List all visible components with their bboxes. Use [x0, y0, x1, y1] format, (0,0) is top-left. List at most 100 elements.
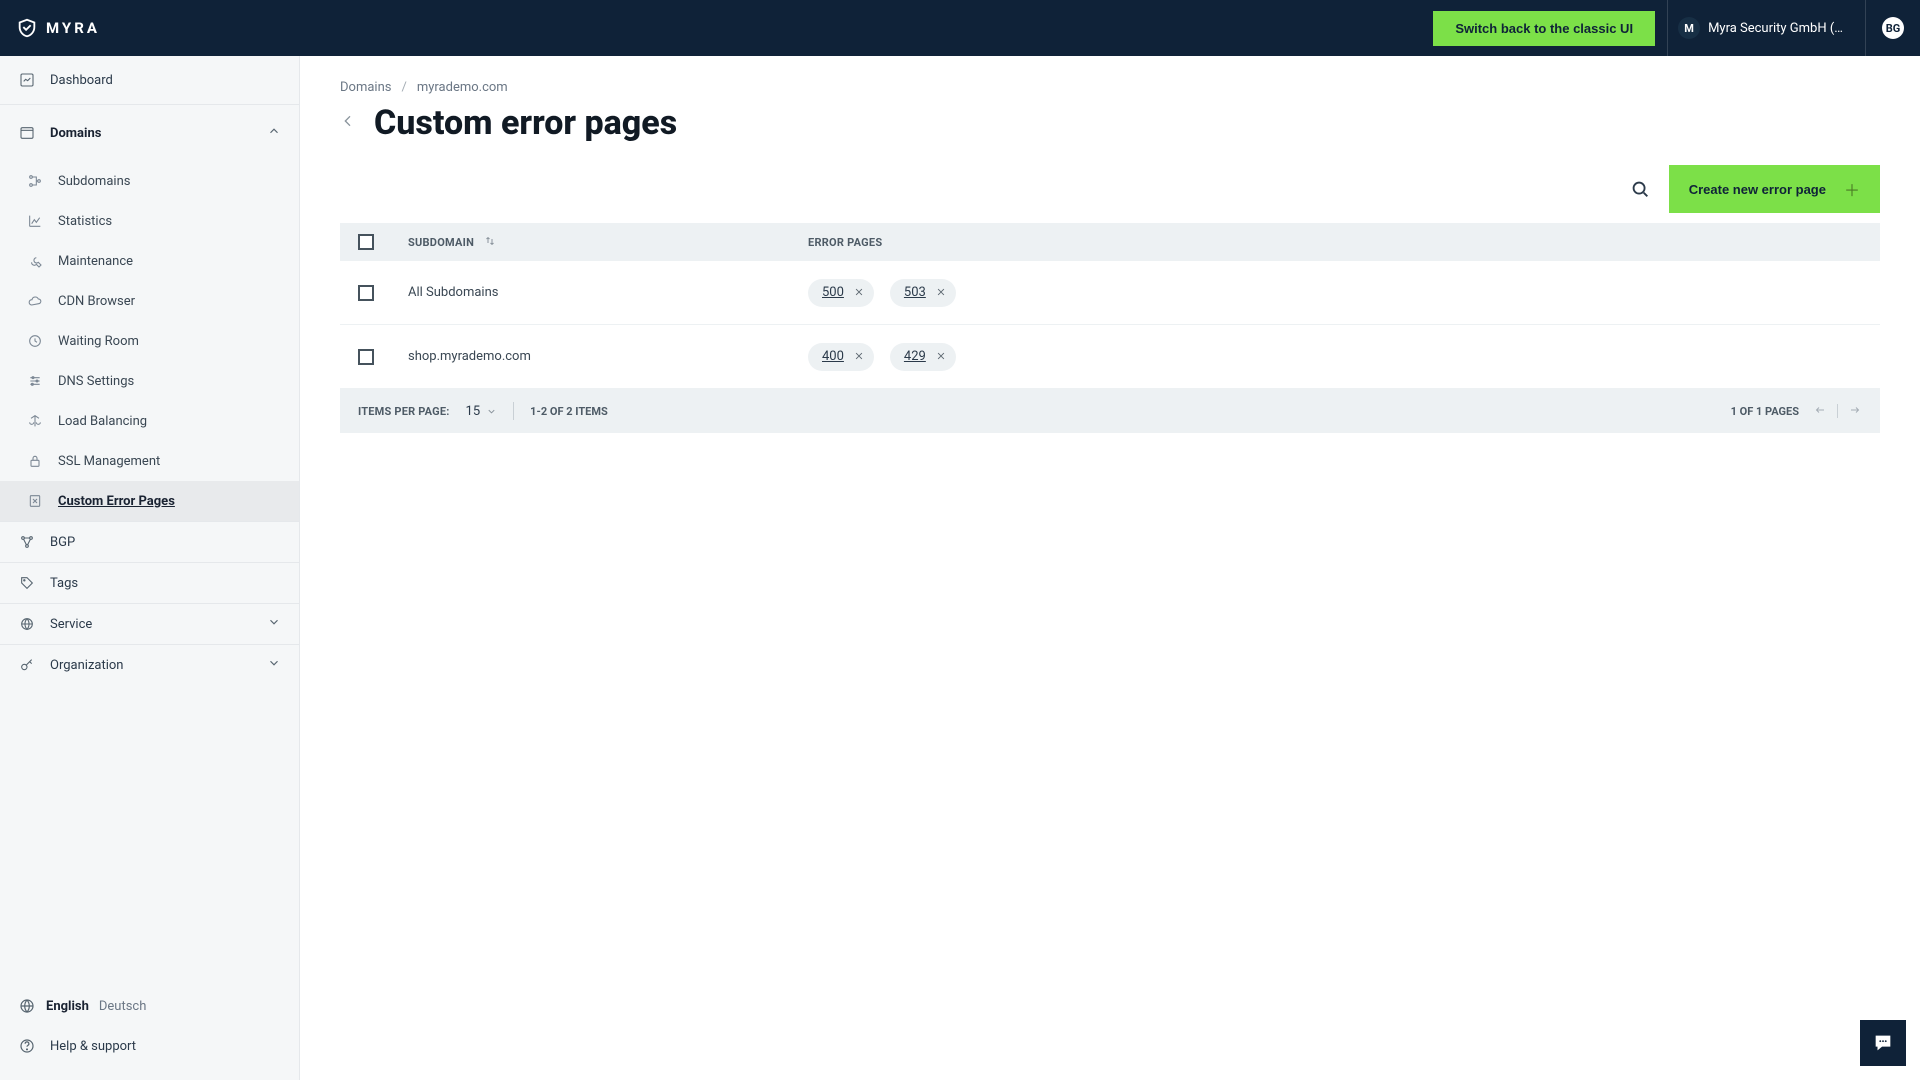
sidebar-item-dns[interactable]: DNS Settings [0, 361, 299, 401]
language-switcher[interactable]: English Deutsch [0, 986, 299, 1026]
breadcrumb-root[interactable]: Domains [340, 80, 391, 95]
title-row: Custom error pages [340, 103, 1880, 143]
create-error-page-button[interactable]: Create new error page ＋ [1669, 165, 1880, 213]
next-page-button[interactable] [1848, 404, 1862, 419]
sidebar-item-loadbalancing[interactable]: Load Balancing [0, 401, 299, 441]
error-chip: 500 [808, 279, 874, 307]
sidebar-item-custom-error-pages[interactable]: Custom Error Pages [0, 481, 299, 521]
network-icon [18, 533, 36, 551]
error-chips: 500 503 [808, 279, 1862, 307]
sidebar-item-label: BGP [50, 535, 75, 550]
page-error-icon [26, 492, 44, 510]
items-range: 1-2 OF 2 ITEMS [530, 405, 608, 418]
help-icon [18, 1037, 36, 1055]
row-checkbox[interactable] [358, 285, 374, 301]
col-subdomain-header[interactable]: SUBDOMAIN [408, 235, 808, 250]
error-code-link[interactable]: 429 [904, 349, 926, 364]
sidebar-item-label: Load Balancing [58, 414, 147, 429]
chevron-down-icon [267, 615, 281, 633]
switch-classic-button[interactable]: Switch back to the classic UI [1433, 11, 1655, 46]
sidebar-item-service[interactable]: Service [0, 604, 299, 644]
breadcrumb-current: myrademo.com [417, 80, 508, 95]
sidebar-footer: English Deutsch Help & support [0, 986, 299, 1080]
divider [1837, 404, 1838, 418]
prev-page-button[interactable] [1813, 404, 1827, 419]
sidebar-item-subdomains[interactable]: Subdomains [0, 161, 299, 201]
remove-chip-button[interactable] [936, 286, 946, 300]
sidebar-item-bgp[interactable]: BGP [0, 522, 299, 562]
items-per-page-select[interactable]: 15 [466, 404, 498, 419]
balance-icon [26, 412, 44, 430]
remove-chip-button[interactable] [936, 350, 946, 364]
key-icon [18, 656, 36, 674]
globe-icon [18, 124, 36, 142]
breadcrumb-separator: / [401, 80, 406, 95]
breadcrumb: Domains / myrademo.com [340, 80, 1880, 95]
chat-fab[interactable] [1860, 1020, 1906, 1066]
lang-german[interactable]: Deutsch [99, 999, 147, 1014]
org-switcher[interactable]: M Myra Security GmbH (… [1667, 0, 1853, 56]
table-footer: ITEMS PER PAGE: 15 1-2 OF 2 ITEMS 1 OF 1… [340, 389, 1880, 433]
cloud-icon [26, 292, 44, 310]
sidebar-item-waiting[interactable]: Waiting Room [0, 321, 299, 361]
wrench-icon [26, 252, 44, 270]
gauge-icon [18, 71, 36, 89]
row-checkbox[interactable] [358, 349, 374, 365]
plus-icon: ＋ [1844, 177, 1860, 201]
sidebar-item-label: Statistics [58, 214, 112, 229]
sidebar-item-domains[interactable]: Domains [0, 105, 299, 161]
header-label: SUBDOMAIN [408, 236, 474, 249]
error-code-link[interactable]: 500 [822, 285, 844, 300]
pager [1813, 404, 1862, 419]
remove-chip-button[interactable] [854, 286, 864, 300]
table-row: All Subdomains 500 503 [340, 261, 1880, 325]
org-name: Myra Security GmbH (… [1708, 21, 1843, 36]
sort-icon [484, 235, 496, 250]
sidebar-item-label: Domains [50, 126, 101, 141]
header-label: ERROR PAGES [808, 236, 882, 249]
items-per-page-label: ITEMS PER PAGE: [358, 405, 450, 418]
sidebar-item-ssl[interactable]: SSL Management [0, 441, 299, 481]
app-header: MYRA Switch back to the classic UI M Myr… [0, 0, 1920, 56]
table-row: shop.myrademo.com 400 429 [340, 325, 1880, 389]
lang-english[interactable]: English [46, 999, 89, 1014]
footer-left: ITEMS PER PAGE: 15 1-2 OF 2 ITEMS [358, 402, 608, 420]
error-code-link[interactable]: 503 [904, 285, 926, 300]
col-checkbox [358, 234, 408, 250]
col-errorpages-header: ERROR PAGES [808, 236, 1862, 249]
error-chip: 429 [890, 343, 956, 371]
sidebar-item-cdn[interactable]: CDN Browser [0, 281, 299, 321]
sidebar-item-tags[interactable]: Tags [0, 563, 299, 603]
sidebar-item-dashboard[interactable]: Dashboard [0, 56, 299, 104]
lock-icon [26, 452, 44, 470]
sidebar: Dashboard Domains Subdomains Statistics … [0, 56, 300, 1080]
button-label: Create new error page [1689, 182, 1826, 197]
sitemap-icon [26, 172, 44, 190]
user-menu[interactable]: BG [1865, 0, 1904, 56]
clock-icon [26, 332, 44, 350]
back-button[interactable] [340, 113, 356, 133]
globe-icon [18, 997, 36, 1015]
footer-right: 1 OF 1 PAGES [1731, 404, 1862, 419]
spacer [0, 685, 299, 986]
chevron-down-icon [267, 656, 281, 674]
error-chip: 400 [808, 343, 874, 371]
error-pages-table: SUBDOMAIN ERROR PAGES All Subdomains 500 [340, 223, 1880, 433]
select-all-checkbox[interactable] [358, 234, 374, 250]
sidebar-item-statistics[interactable]: Statistics [0, 201, 299, 241]
shield-icon [16, 17, 38, 39]
sidebar-item-label: Dashboard [50, 73, 113, 88]
sidebar-item-maintenance[interactable]: Maintenance [0, 241, 299, 281]
brand-logo[interactable]: MYRA [16, 17, 100, 39]
sidebar-item-help[interactable]: Help & support [0, 1026, 299, 1066]
sidebar-item-organization[interactable]: Organization [0, 645, 299, 685]
sidebar-item-label: Organization [50, 658, 123, 673]
sidebar-item-label: Custom Error Pages [58, 494, 175, 509]
sidebar-item-label: Subdomains [58, 174, 130, 189]
user-avatar-icon: BG [1882, 17, 1904, 39]
remove-chip-button[interactable] [854, 350, 864, 364]
sidebar-item-label: DNS Settings [58, 374, 134, 389]
search-button[interactable] [1629, 178, 1651, 200]
sidebar-item-label: CDN Browser [58, 294, 135, 309]
error-code-link[interactable]: 400 [822, 349, 844, 364]
